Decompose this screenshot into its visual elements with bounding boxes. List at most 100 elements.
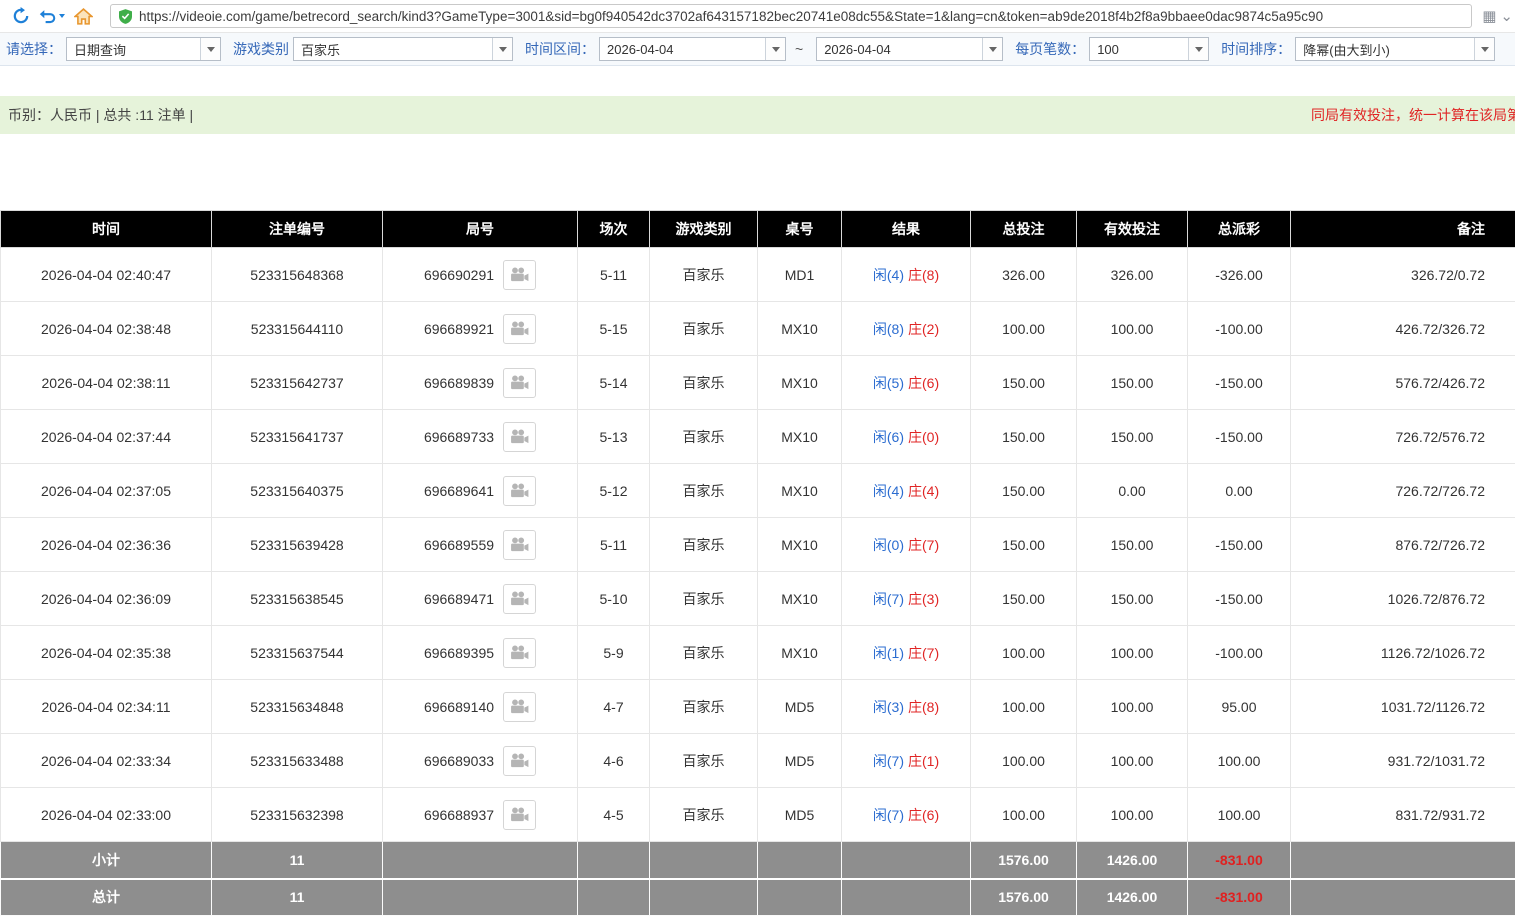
reload-icon[interactable] <box>8 3 34 29</box>
cell-result: 闲(6)庄(0) <box>842 410 971 464</box>
browser-extensions-icon[interactable]: ▦⌄ <box>1482 7 1515 25</box>
cell-session: 4-6 <box>578 734 650 788</box>
video-replay-button[interactable] <box>503 584 536 614</box>
bet-table-body: 2026-04-04 02:40:47523315648368696690291… <box>1 248 1515 842</box>
video-replay-button[interactable] <box>503 368 536 398</box>
cell-payout: -326.00 <box>1188 248 1291 302</box>
bet-record-table: 时间注单编号局号场次游戏类别桌号结果总投注有效投注总派彩备注 2026-04-0… <box>0 210 1515 916</box>
range-separator: ~ <box>795 41 803 57</box>
cell-session: 5-9 <box>578 626 650 680</box>
cell-result: 闲(0)庄(7) <box>842 518 971 572</box>
date-from-select[interactable]: 2026-04-04 <box>599 37 786 61</box>
url-text[interactable]: https://videoie.com/game/betrecord_searc… <box>139 9 1323 24</box>
cell-result: 闲(7)庄(1) <box>842 734 971 788</box>
video-replay-button[interactable] <box>503 260 536 290</box>
cell-game-type: 百家乐 <box>650 302 758 356</box>
result-banker: 庄(1) <box>908 753 939 769</box>
cell-payout: -150.00 <box>1188 572 1291 626</box>
video-replay-button[interactable] <box>503 800 536 830</box>
cell-result: 闲(1)庄(7) <box>842 626 971 680</box>
cell-payout: -100.00 <box>1188 626 1291 680</box>
video-camera-icon <box>510 429 529 444</box>
video-replay-button[interactable] <box>503 638 536 668</box>
select-label: 请选择： <box>6 39 62 59</box>
video-camera-icon <box>510 645 529 660</box>
cell-total-bet: 326.00 <box>971 248 1077 302</box>
cell-valid-bet: 150.00 <box>1077 410 1188 464</box>
column-header: 注单编号 <box>212 211 383 248</box>
chevron-down-icon[interactable] <box>982 38 1002 60</box>
video-replay-button[interactable] <box>503 530 536 560</box>
chevron-down-icon[interactable] <box>492 38 512 60</box>
video-replay-button[interactable] <box>503 476 536 506</box>
video-replay-button[interactable] <box>503 746 536 776</box>
cell-time: 2026-04-04 02:37:05 <box>1 464 212 518</box>
video-camera-icon <box>510 267 529 282</box>
chevron-down-icon[interactable] <box>1188 38 1208 60</box>
address-bar[interactable]: https://videoie.com/game/betrecord_searc… <box>110 4 1472 28</box>
table-row: 2026-04-04 02:33:00523315632398696688937… <box>1 788 1515 842</box>
cell-session: 5-13 <box>578 410 650 464</box>
page-size-select[interactable]: 100 <box>1089 37 1209 61</box>
game-type-select[interactable]: 百家乐 <box>293 37 513 61</box>
cell-result: 闲(8)庄(2) <box>842 302 971 356</box>
cell-session: 5-11 <box>578 518 650 572</box>
chevron-down-icon[interactable] <box>59 14 65 18</box>
result-player: 闲(6) <box>873 429 904 445</box>
cell-result: 闲(3)庄(8) <box>842 680 971 734</box>
result-banker: 庄(0) <box>908 429 939 445</box>
page-size-value: 100 <box>1090 38 1188 60</box>
cell-time: 2026-04-04 02:36:09 <box>1 572 212 626</box>
cell-note: 1026.72/876.72 <box>1291 572 1515 626</box>
date-to-select[interactable]: 2026-04-04 <box>816 37 1003 61</box>
column-header: 游戏类别 <box>650 211 758 248</box>
undo-back-icon[interactable] <box>34 3 70 29</box>
cell-note: 726.72/726.72 <box>1291 464 1515 518</box>
chevron-down-icon[interactable] <box>1474 38 1494 60</box>
currency-total-summary: 币别：人民币 | 总共 :11 注单 | <box>8 105 193 125</box>
table-row: 2026-04-04 02:40:47523315648368696690291… <box>1 248 1515 302</box>
cell-payout: 100.00 <box>1188 788 1291 842</box>
cell-game-type: 百家乐 <box>650 356 758 410</box>
cell-valid-bet: 100.00 <box>1077 734 1188 788</box>
video-camera-icon <box>510 537 529 552</box>
security-shield-icon <box>119 9 132 24</box>
date-query-select[interactable]: 日期查询 <box>66 37 221 61</box>
cell-session: 5-11 <box>578 248 650 302</box>
cell-total-bet: 150.00 <box>971 572 1077 626</box>
cell-game-type: 百家乐 <box>650 464 758 518</box>
cell-game-type: 百家乐 <box>650 518 758 572</box>
cell-time: 2026-04-04 02:34:11 <box>1 680 212 734</box>
date-to-value: 2026-04-04 <box>817 38 982 60</box>
chevron-down-icon[interactable] <box>200 38 220 60</box>
cell-note: 831.72/931.72 <box>1291 788 1515 842</box>
total-count: 11 <box>212 879 383 916</box>
game-type-label: 游戏类别 <box>233 39 289 59</box>
column-header: 总派彩 <box>1188 211 1291 248</box>
cell-session: 4-5 <box>578 788 650 842</box>
cell-result: 闲(7)庄(3) <box>842 572 971 626</box>
result-player: 闲(1) <box>873 645 904 661</box>
cell-total-bet: 150.00 <box>971 464 1077 518</box>
result-banker: 庄(6) <box>908 375 939 391</box>
video-replay-button[interactable] <box>503 692 536 722</box>
column-header: 结果 <box>842 211 971 248</box>
sort-value: 降幂(由大到小) <box>1296 38 1474 60</box>
cell-bet-id: 523315642737 <box>212 356 383 410</box>
cell-note: 1126.72/1026.72 <box>1291 626 1515 680</box>
cell-result: 闲(7)庄(6) <box>842 788 971 842</box>
valid-bet-sum: 1426.00 <box>1077 842 1188 879</box>
video-replay-button[interactable] <box>503 422 536 452</box>
home-icon[interactable] <box>70 3 96 29</box>
video-camera-icon <box>510 321 529 336</box>
cell-table-no: MX10 <box>758 518 842 572</box>
cell-payout: -150.00 <box>1188 518 1291 572</box>
video-replay-button[interactable] <box>503 314 536 344</box>
cell-round-id: 696689921 <box>383 302 578 356</box>
result-banker: 庄(2) <box>908 321 939 337</box>
cell-session: 5-14 <box>578 356 650 410</box>
table-row: 2026-04-04 02:37:44523315641737696689733… <box>1 410 1515 464</box>
date-from-value: 2026-04-04 <box>600 38 765 60</box>
chevron-down-icon[interactable] <box>765 38 785 60</box>
sort-select[interactable]: 降幂(由大到小) <box>1295 37 1495 61</box>
